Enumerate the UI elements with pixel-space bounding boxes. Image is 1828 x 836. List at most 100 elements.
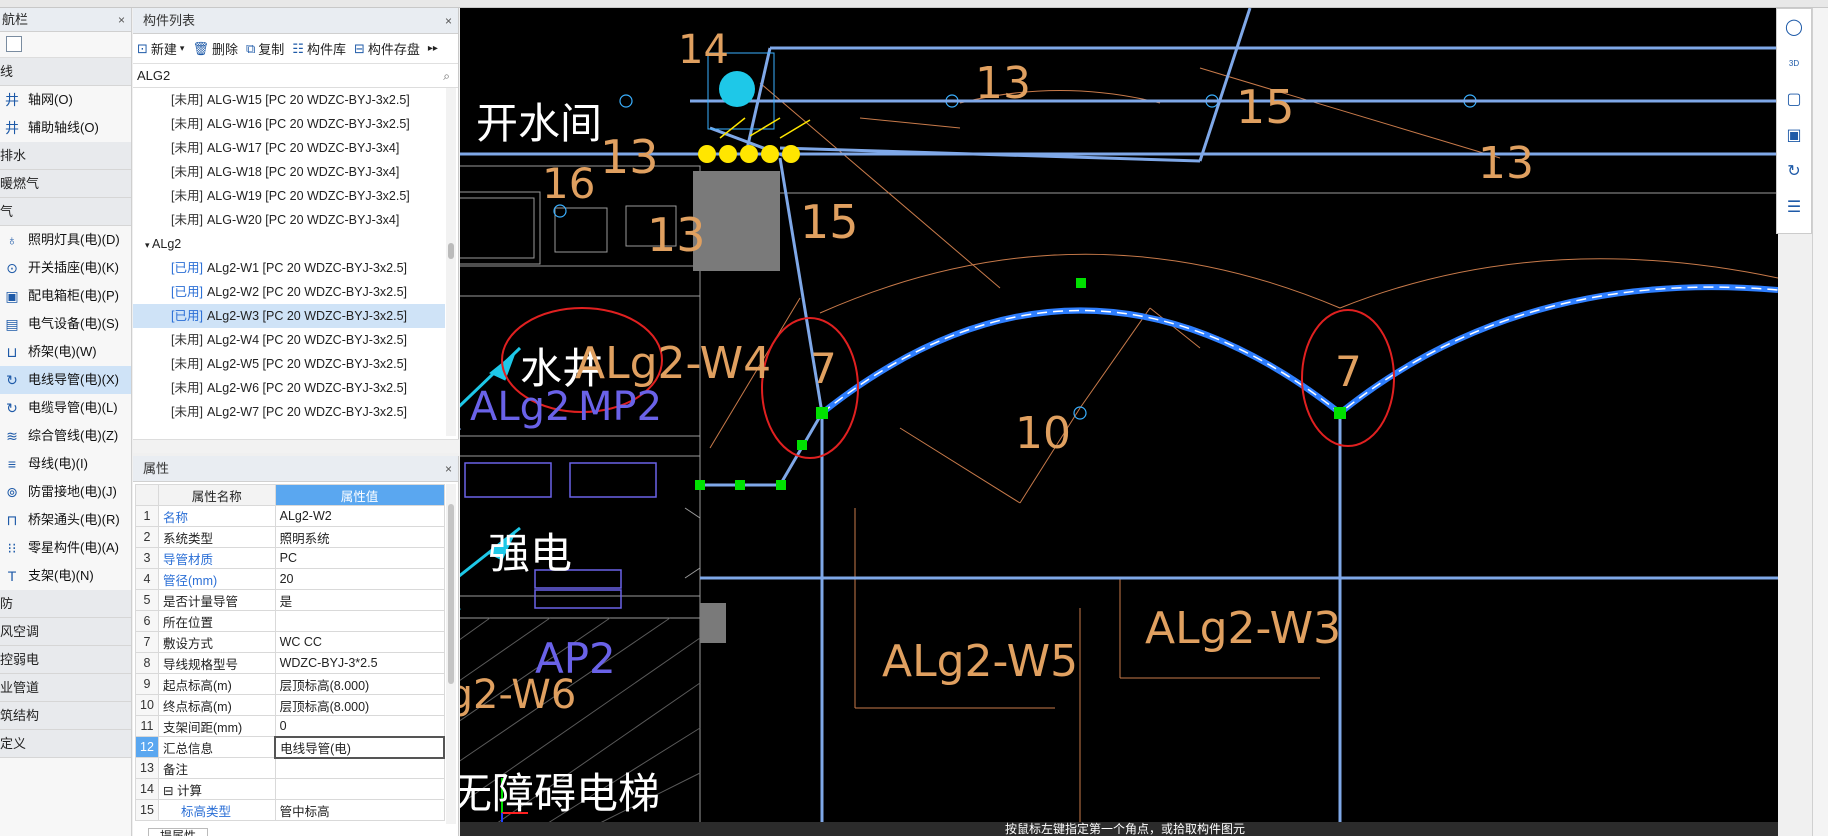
- more-icon[interactable]: ▸▸: [428, 43, 438, 54]
- property-row[interactable]: 15 标高类型 管中标高: [134, 799, 445, 821]
- property-row[interactable]: 8 导线规格型号 WDZC-BYJ-3*2.5: [134, 652, 445, 674]
- new-button[interactable]: ⊡ 新建 ▾: [137, 39, 184, 58]
- property-row[interactable]: 3 导管材质 PC: [134, 547, 445, 569]
- nav-item[interactable]: T 支架(电)(N): [0, 562, 131, 590]
- property-row[interactable]: 1 名称 ALg2-W2: [134, 505, 445, 527]
- component-row[interactable]: [未用] ALG-W18 [PC 20 WDZC-BYJ-3x4]: [133, 160, 445, 184]
- property-value[interactable]: 电线导管(电): [274, 735, 445, 759]
- nav-item[interactable]: ⊙ 开关插座(电)(K): [0, 254, 131, 282]
- cad-drawing[interactable]: 14 13 15 13 16 16 13 13 15 开水间 水井 ALg2 M…: [460, 8, 1778, 836]
- component-group[interactable]: ▾ ALg2: [133, 232, 445, 256]
- nav-item[interactable]: ↻ 电线导管(电)(X): [0, 366, 131, 394]
- nav-item[interactable]: ⊔ 桥架(电)(W): [0, 338, 131, 366]
- property-row[interactable]: 9 起点标高(m) 层顶标高(8.000): [134, 673, 445, 695]
- properties-scrollbar[interactable]: [446, 484, 456, 824]
- component-row[interactable]: [未用] ALG-W15 [PC 20 WDZC-BYJ-3x2.5]: [133, 88, 445, 112]
- box-icon[interactable]: ▣: [1777, 117, 1811, 153]
- component-row[interactable]: [未用] ALg2-W4 [PC 20 WDZC-BYJ-3x2.5]: [133, 328, 445, 352]
- property-value[interactable]: WDZC-BYJ-3*2.5: [274, 652, 445, 674]
- property-row[interactable]: 6 所在位置: [134, 610, 445, 632]
- component-row[interactable]: [已用] ALg2-W2 [PC 20 WDZC-BYJ-3x2.5]: [133, 280, 445, 304]
- property-value[interactable]: 管中标高: [274, 799, 445, 821]
- property-row[interactable]: 5 是否计量导管是: [134, 589, 445, 611]
- property-row[interactable]: 13 备注: [134, 757, 445, 779]
- property-value[interactable]: 层顶标高(8.000): [274, 694, 445, 716]
- nav-category[interactable]: 气: [0, 198, 131, 226]
- search-icon[interactable]: ⌕: [443, 64, 450, 88]
- property-row[interactable]: 12 汇总信息 电线导管(电): [134, 735, 445, 759]
- property-value[interactable]: 照明系统: [274, 526, 445, 548]
- property-row[interactable]: 4 管径(mm) 20: [134, 568, 445, 590]
- property-value[interactable]: PC: [274, 547, 445, 569]
- nav-category[interactable]: 业管道: [0, 674, 131, 702]
- drawing-canvas[interactable]: 14 13 15 13 16 16 13 13 15 开水间 水井 ALg2 M…: [460, 8, 1778, 836]
- nav-item[interactable]: 井轴网(O): [0, 86, 131, 114]
- component-row[interactable]: [已用] ALg2-W1 [PC 20 WDZC-BYJ-3x2.5]: [133, 256, 445, 280]
- nav-category[interactable]: 排水: [0, 142, 131, 170]
- edit-icon[interactable]: [6, 36, 22, 52]
- horizontal-scrollbar[interactable]: [133, 439, 459, 453]
- nav-item[interactable]: ▤ 电气设备(电)(S): [0, 310, 131, 338]
- properties-header: 属性 ×: [133, 456, 458, 482]
- component-row[interactable]: [未用] ALG-W19 [PC 20 WDZC-BYJ-3x2.5]: [133, 184, 445, 208]
- nav-category[interactable]: 线: [0, 58, 131, 86]
- nav-item[interactable]: ≋ 综合管线(电)(Z): [0, 422, 131, 450]
- cube-icon[interactable]: ▢: [1777, 81, 1811, 117]
- component-row[interactable]: [未用] ALg2-W5 [PC 20 WDZC-BYJ-3x2.5]: [133, 352, 445, 376]
- nav-category[interactable]: 控弱电: [0, 646, 131, 674]
- 3d-view-icon[interactable]: 3D: [1777, 45, 1811, 81]
- nav-category[interactable]: 定义: [0, 730, 131, 758]
- nav-item[interactable]: ≡ 母线(电)(I): [0, 450, 131, 478]
- copy-button[interactable]: ⧉ 复制: [246, 39, 284, 58]
- close-icon[interactable]: ×: [118, 8, 125, 32]
- nav-item[interactable]: ⁝⁝ 零星构件(电)(A): [0, 534, 131, 562]
- nav-category[interactable]: 防: [0, 590, 131, 618]
- component-row[interactable]: [未用] ALg2-W7 [PC 20 WDZC-BYJ-3x2.5]: [133, 400, 445, 424]
- property-value[interactable]: [274, 610, 445, 632]
- component-row[interactable]: [未用] ALg2-W6 [PC 20 WDZC-BYJ-3x2.5]: [133, 376, 445, 400]
- collapse-arrow-icon[interactable]: ▾: [145, 240, 152, 250]
- close-icon[interactable]: ×: [445, 456, 452, 482]
- component-row[interactable]: [已用] ALg2-W3 [PC 20 WDZC-BYJ-3x2.5]: [133, 304, 445, 328]
- component-row[interactable]: [未用] ALG-W20 [PC 20 WDZC-BYJ-3x4]: [133, 208, 445, 232]
- electrical-device-icon: ▤: [5, 316, 19, 332]
- property-value[interactable]: 20: [274, 568, 445, 590]
- property-value[interactable]: 0: [274, 715, 445, 737]
- property-row[interactable]: 14 ⊟ 计算: [134, 778, 445, 800]
- property-row[interactable]: 10 终点标高(m) 层顶标高(8.000): [134, 694, 445, 716]
- nav-item[interactable]: ⊚ 防雷接地(电)(J): [0, 478, 131, 506]
- property-value[interactable]: 是: [274, 589, 445, 611]
- nav-item[interactable]: ▣ 配电箱柜(电)(P): [0, 282, 131, 310]
- nav-item[interactable]: 井辅助轴线(O): [0, 114, 131, 142]
- component-row[interactable]: [未用] ALG-W16 [PC 20 WDZC-BYJ-3x2.5]: [133, 112, 445, 136]
- property-row[interactable]: 7 敷设方式 WC CC: [134, 631, 445, 653]
- search-input[interactable]: ALG2 ⌕: [133, 64, 458, 88]
- cloud-icon[interactable]: ◯: [1777, 9, 1811, 45]
- nav-item[interactable]: ♁ 照明灯具(电)(D): [0, 226, 131, 254]
- component-row[interactable]: [未用] ALG-W17 [PC 20 WDZC-BYJ-3x4]: [133, 136, 445, 160]
- property-value[interactable]: [274, 778, 445, 800]
- property-name: 系统类型: [158, 526, 276, 548]
- property-value[interactable]: WC CC: [274, 631, 445, 653]
- property-value[interactable]: ALg2-W2: [274, 505, 445, 527]
- nav-category[interactable]: 风空调: [0, 618, 131, 646]
- nav-category[interactable]: 筑结构: [0, 702, 131, 730]
- property-row[interactable]: 11 支架间距(mm) 0: [134, 715, 445, 737]
- rotate-icon[interactable]: ↻: [1777, 153, 1811, 189]
- bottom-tab[interactable]: 提属性: [148, 828, 208, 836]
- delete-button[interactable]: 🗑 删除: [192, 39, 238, 58]
- selected-conduit[interactable]: [820, 284, 1778, 417]
- dropdown-arrow-icon[interactable]: ▾: [180, 43, 185, 54]
- nav-item[interactable]: ⊓ 桥架通头(电)(R): [0, 506, 131, 534]
- close-icon[interactable]: ×: [445, 8, 452, 34]
- nav-item[interactable]: ↻ 电缆导管(电)(L): [0, 394, 131, 422]
- library-button[interactable]: ☷ 构件库: [292, 39, 346, 58]
- nav-item-label: 零星构件(电)(A): [28, 540, 119, 555]
- properties-list-icon[interactable]: ☰: [1777, 189, 1811, 225]
- save-component-button[interactable]: ⊟ 构件存盘: [354, 39, 420, 58]
- vertical-scrollbar[interactable]: [446, 88, 456, 436]
- property-value[interactable]: [274, 757, 445, 779]
- property-value[interactable]: 层顶标高(8.000): [274, 673, 445, 695]
- property-row[interactable]: 2 系统类型 照明系统: [134, 526, 445, 548]
- nav-category[interactable]: 暖燃气: [0, 170, 131, 198]
